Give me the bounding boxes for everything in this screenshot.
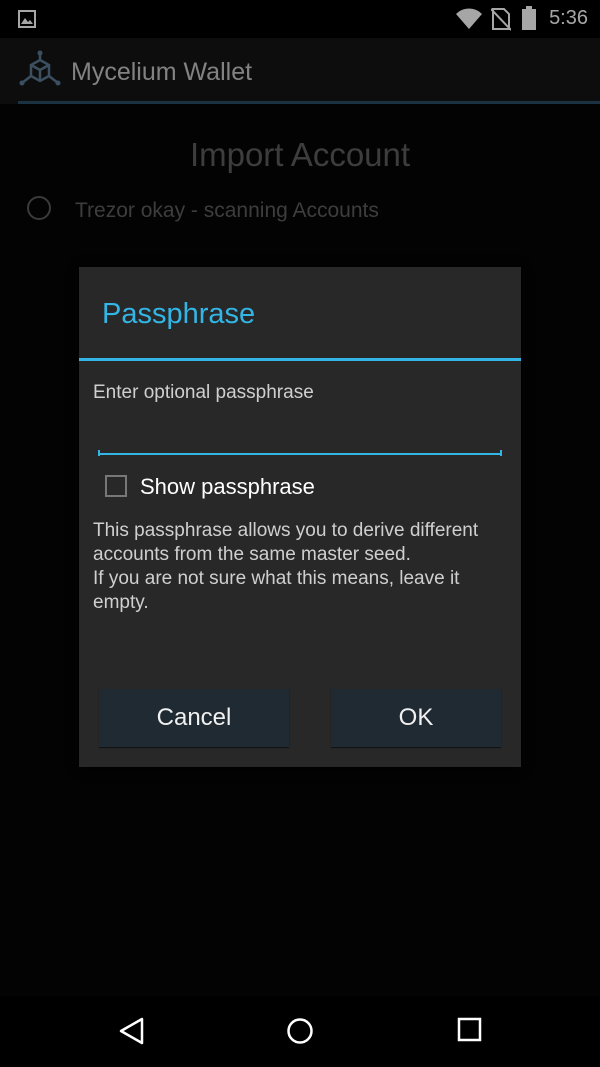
input-edge-left [98,450,100,456]
passphrase-description: This passphrase allows you to derive dif… [93,520,479,613]
home-icon[interactable] [286,1017,314,1050]
show-passphrase-label[interactable]: Show passphrase [140,474,315,500]
show-passphrase-checkbox[interactable] [105,475,127,497]
navigation-bar [0,996,600,1067]
recents-icon[interactable] [457,1017,483,1048]
passphrase-input[interactable] [98,413,502,455]
passphrase-prompt: Enter optional passphrase [93,382,314,403]
input-edge-right [500,450,502,456]
passphrase-dialog: Passphrase Enter optional passphrase Sho… [79,267,521,767]
ok-button[interactable]: OK [331,689,501,747]
back-icon[interactable] [118,1017,146,1050]
cancel-button[interactable]: Cancel [99,689,289,747]
dialog-title-divider [79,358,521,361]
dialog-title: Passphrase [102,298,256,330]
